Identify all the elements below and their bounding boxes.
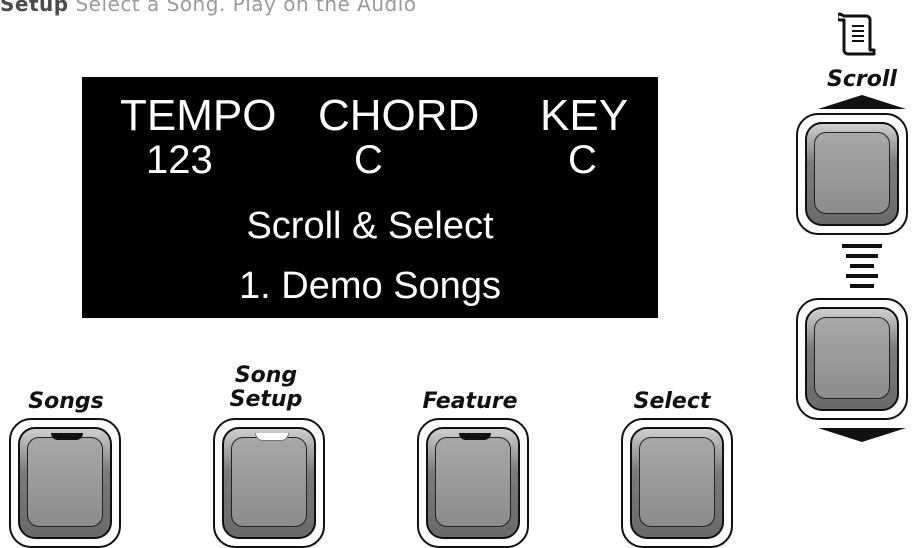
feature-led: [459, 433, 491, 440]
feature-label: Feature: [422, 389, 518, 414]
songs-led: [51, 433, 83, 440]
tempo-label: TEMPO: [120, 91, 277, 140]
scroll-label: Scroll: [827, 67, 897, 92]
song-setup-led: [255, 433, 289, 441]
feature-button[interactable]: [417, 418, 529, 548]
scroll-down-button[interactable]: [796, 298, 908, 420]
chord-label: CHORD: [318, 91, 480, 140]
instruction-text: Setup Select a Song. Play on the Audio: [0, 0, 417, 16]
select-label: Select: [633, 389, 711, 414]
chord-value: C: [354, 138, 383, 182]
key-value: C: [568, 138, 597, 182]
song-setup-button[interactable]: [213, 418, 325, 548]
scroll-up-arrow-icon: [818, 95, 906, 109]
songs-label: Songs: [28, 389, 104, 414]
songs-button[interactable]: [9, 418, 121, 548]
select-button[interactable]: [621, 418, 733, 548]
scroll-up-button[interactable]: [796, 113, 908, 235]
scroll-down-arrow-icon: [818, 428, 906, 442]
menu-item-text: 1. Demo Songs: [239, 265, 501, 307]
key-label: KEY: [540, 91, 629, 140]
scroll-select-text: Scroll & Select: [246, 205, 494, 247]
song-setup-label-line2: Setup: [229, 387, 303, 412]
song-setup-label-line1: Song: [234, 363, 298, 388]
scroll-document-icon: [838, 12, 876, 56]
lcd-display: TEMPO CHORD KEY 123 C C Scroll & Select …: [82, 77, 658, 318]
tempo-value: 123: [146, 138, 213, 182]
scroll-lines-icon: [842, 244, 882, 288]
